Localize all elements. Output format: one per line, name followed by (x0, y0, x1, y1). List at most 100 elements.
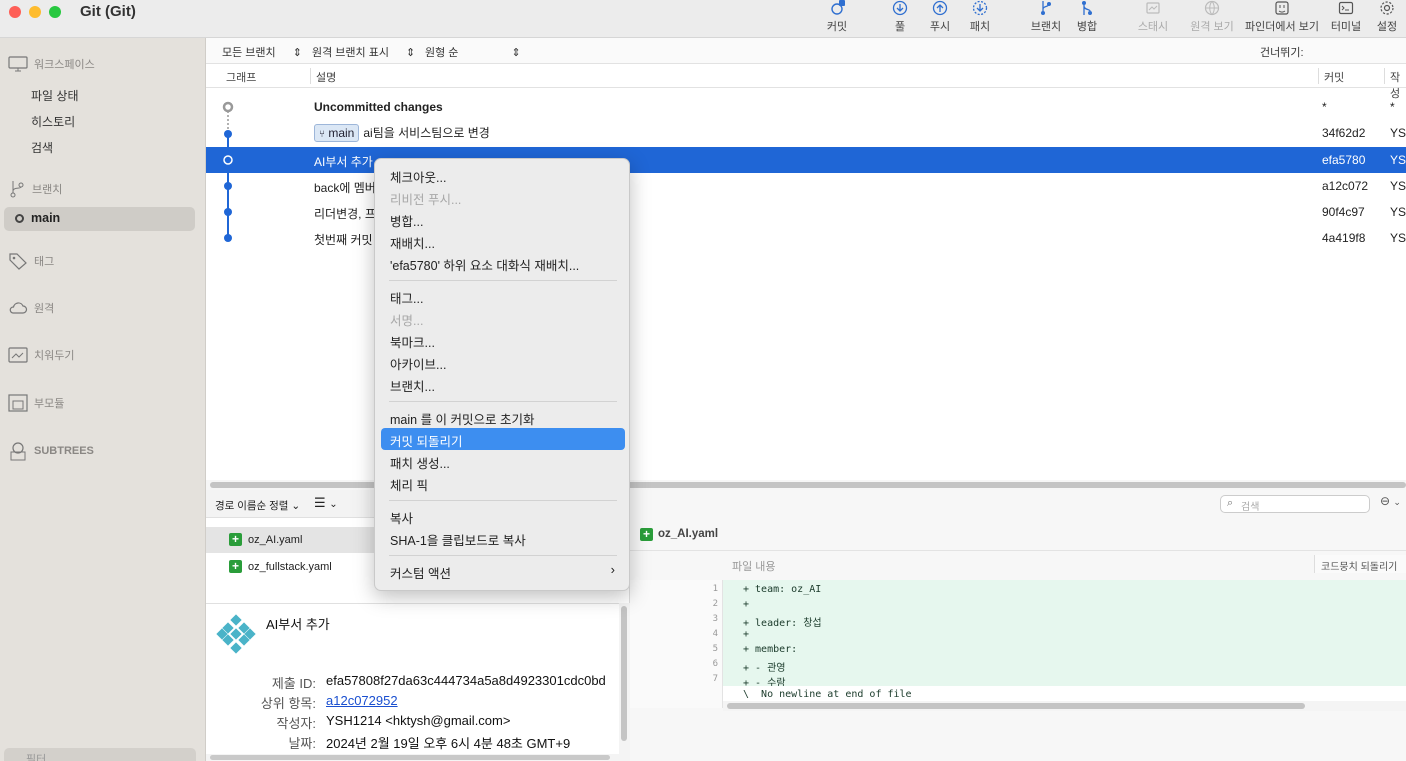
list-icon: ☰ (314, 495, 326, 510)
menu-item-archive[interactable]: 아카이브... (381, 351, 625, 373)
scrollbar-thumb[interactable] (210, 755, 610, 760)
menu-item-checkout[interactable]: 체크아웃... (381, 164, 625, 186)
menu-item-copy[interactable]: 복사 (381, 505, 625, 527)
commit-graph (222, 101, 234, 242)
toolbar-stash-button[interactable]: 스태시 (1123, 0, 1183, 34)
sidebar-section-subtrees[interactable]: SUBTREES (8, 441, 94, 461)
tag-icon (9, 253, 27, 270)
menu-item-cherry-pick[interactable]: 체리 픽 (381, 472, 625, 494)
menu-item-create-patch[interactable]: 패치 생성... (381, 450, 625, 472)
diff-content: + team: oz_AI + + leader: 창섭 + + member:… (723, 580, 1406, 708)
menu-item-tag[interactable]: 태그... (381, 285, 625, 307)
no-newline-notice: \ No newline at end of file (743, 689, 912, 700)
column-divider[interactable] (1384, 68, 1385, 84)
toolbar-finder-button[interactable]: 파인더에서 보기 (1242, 0, 1322, 34)
toolbar-stash-label: 스태시 (1137, 21, 1169, 33)
chevron-down-icon: ⌄ (329, 499, 338, 510)
diff-line-added: + leader: 창섭 (743, 618, 822, 629)
diff-options-menu[interactable]: ⊖ ⌄ (1380, 494, 1401, 508)
select-arrows-icon: ⇕ (292, 47, 302, 59)
menu-item-bookmark[interactable]: 북마크... (381, 329, 625, 351)
toolbar-merge-button[interactable]: 병합 (1057, 0, 1117, 34)
column-commit[interactable]: 커밋 (1324, 69, 1344, 85)
commit-hash: * (1322, 100, 1327, 114)
zoom-window-button[interactable] (49, 6, 61, 18)
avatar (216, 614, 256, 654)
commit-row[interactable]: ⑂ main ai팀을 서비스팀으로 변경 34f62d2 YS (206, 120, 1406, 146)
menu-item-merge[interactable]: 병합... (381, 208, 625, 230)
branch-filter-select[interactable]: 모든 브랜치 ⇕ (222, 44, 302, 60)
close-window-button[interactable] (9, 6, 21, 18)
toolbar-settings-button[interactable]: 설정 (1372, 0, 1402, 34)
diff-search-input[interactable]: ⌕ 검색 (1220, 495, 1370, 513)
commit-row-uncommitted[interactable]: Uncommitted changes * * (206, 94, 1406, 120)
window-title: Git (Git) (80, 3, 136, 20)
toolbar-remote-view-button[interactable]: 원격 보기 (1182, 0, 1242, 34)
commit-hash: 90f4c97 (1322, 205, 1365, 219)
menu-item-interactive-rebase[interactable]: 'efa5780' 하위 요소 대화식 재배치... (381, 252, 625, 274)
menu-item-custom-actions[interactable]: 커스텀 액션 › (381, 560, 625, 582)
sort-value: 경로 이름순 정렬 (215, 500, 289, 512)
sidebar-section-label: 부모듈 (34, 398, 65, 410)
sort-select[interactable]: 경로 이름순 정렬 ⌄ (215, 498, 300, 513)
scrollbar-thumb[interactable] (727, 703, 1305, 709)
menu-item-push-revision: 리비전 푸시... (390, 193, 462, 207)
sidebar-section-tags[interactable]: 태그 (8, 252, 54, 270)
branch-tag-main[interactable]: ⑂ main (314, 124, 360, 142)
sidebar-item-history[interactable]: 히스토리 (31, 113, 75, 130)
commit-details-hscrollbar[interactable] (206, 754, 620, 761)
date-value: 2024년 2월 19일 오후 6시 4분 48초 GMT+9 (326, 736, 571, 751)
diff-hscrollbar[interactable] (723, 701, 1406, 711)
menu-item-reverse-commit[interactable]: 커밋 되돌리기 (381, 428, 625, 450)
menu-item-reset-to-commit[interactable]: main 를 이 커밋으로 초기화 (381, 406, 625, 428)
branch-tag-label: main (328, 126, 355, 140)
globe-icon (1204, 0, 1220, 16)
toolbar-terminal-label: 터미널 (1330, 21, 1362, 33)
commit-author: YS (1390, 179, 1406, 193)
toolbar-finder-label: 파인더에서 보기 (1245, 21, 1319, 33)
file-added-icon: + (229, 560, 242, 573)
sha-label: 제출 ID: (271, 676, 316, 691)
terminal-icon (1338, 1, 1354, 15)
commit-details-scrollbar[interactable] (619, 603, 630, 761)
sidebar-item-search[interactable]: 검색 (31, 139, 53, 156)
column-divider[interactable] (1318, 68, 1319, 84)
line-number: 3 (712, 614, 718, 624)
remote-filter-select[interactable]: 원격 브랜치 표시 ⇕ (312, 44, 415, 60)
commit-author: * (1390, 100, 1395, 114)
toolbar-commit-label: 커밋 (826, 21, 848, 33)
order-value: 원형 순 (425, 47, 459, 59)
sidebar-section-remotes[interactable]: 원격 (8, 300, 54, 316)
chevron-down-icon: ⌄ (1393, 497, 1401, 507)
column-graph[interactable]: 그래프 (226, 69, 256, 85)
commit-context-menu: 체크아웃... 리비전 푸시... 병합... 재배치... 'efa5780'… (374, 158, 630, 591)
column-divider[interactable] (310, 68, 311, 84)
sidebar-item-file-status[interactable]: 파일 상태 (31, 87, 79, 104)
toolbar-fetch-button[interactable]: 패치 (950, 0, 1010, 34)
revert-hunk-button[interactable]: 코드뭉치 되돌리기 (1314, 555, 1406, 573)
minimize-window-button[interactable] (29, 6, 41, 18)
menu-item-rebase[interactable]: 재배치... (381, 230, 625, 252)
select-arrows-icon: ⇕ (406, 47, 416, 59)
list-view-select[interactable]: ☰ ⌄ (314, 495, 338, 511)
branch-icon (1041, 1, 1051, 15)
sidebar-item-branch-main[interactable]: main (4, 207, 195, 231)
commit-description: Uncommitted changes (314, 100, 443, 114)
jump-to-label[interactable]: 건너뛰기: (1260, 44, 1304, 60)
menu-item-copy-sha[interactable]: SHA-1을 클립보드로 복사 (381, 527, 625, 549)
sidebar-section-branches[interactable]: 브랜치 (8, 180, 62, 198)
sidebar-section-stashes[interactable]: 치워두기 (8, 347, 74, 363)
parent-commit-link[interactable]: a12c072952 (326, 693, 398, 708)
sidebar-filter-input[interactable]: 필터 (4, 748, 196, 761)
sidebar-section-workspace[interactable]: 워크스페이스 (8, 56, 95, 72)
menu-separator (389, 401, 617, 402)
menu-item-branch[interactable]: 브랜치... (381, 373, 625, 395)
menu-separator (389, 500, 617, 501)
toolbar-commit-button[interactable]: 커밋 (807, 0, 867, 34)
column-description[interactable]: 설명 (316, 69, 336, 85)
toolbar-terminal-button[interactable]: 터미널 (1316, 0, 1376, 34)
order-select[interactable]: 원형 순 ⇕ (425, 44, 521, 60)
chevron-down-icon: ⌄ (291, 500, 301, 512)
scrollbar-thumb[interactable] (621, 606, 627, 741)
sidebar-section-submodules[interactable]: 부모듈 (8, 394, 64, 412)
